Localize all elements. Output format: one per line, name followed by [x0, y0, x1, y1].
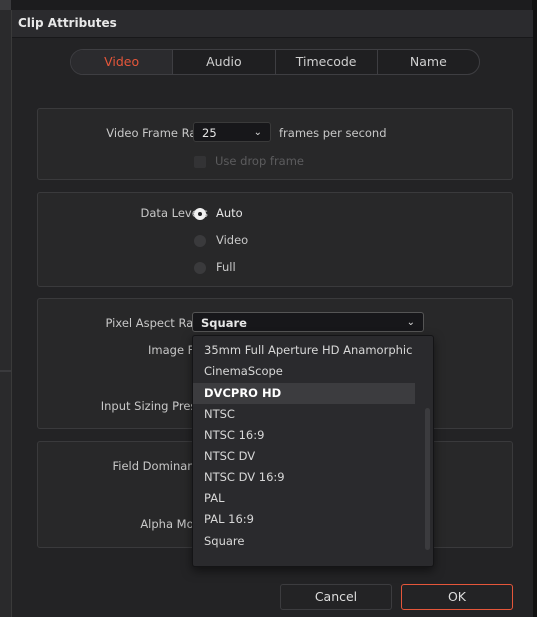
- tab-video[interactable]: Video: [71, 50, 173, 74]
- dropdown-option-selected[interactable]: DVCPRO HD: [193, 383, 415, 404]
- pixel-aspect-ratio-value: Square: [201, 316, 247, 330]
- pixel-aspect-ratio-select[interactable]: Square ⌄: [192, 312, 424, 332]
- dropdown-option[interactable]: NTSC: [193, 404, 415, 425]
- input-sizing-preset-label: Input Sizing Preset: [100, 399, 208, 413]
- data-levels-label: Data Levels: [140, 206, 208, 220]
- dropdown-option[interactable]: NTSC 16:9: [193, 425, 415, 446]
- radio-auto[interactable]: [194, 208, 206, 220]
- dialog-titlebar: Clip Attributes: [12, 10, 533, 38]
- pixel-aspect-ratio-dropdown: 35mm Full Aperture HD Anamorphic CinemaS…: [192, 335, 434, 567]
- pixel-aspect-ratio-label: Pixel Aspect Ratio: [105, 316, 208, 330]
- dropdown-option[interactable]: Square: [193, 531, 415, 552]
- frame-rate-value: 25: [202, 126, 217, 140]
- frame-rate-select[interactable]: 25 ⌄: [193, 122, 271, 142]
- tab-name[interactable]: Name: [376, 50, 479, 74]
- field-dominance-label: Field Dominance: [112, 459, 208, 473]
- dropdown-option[interactable]: PAL: [193, 488, 415, 509]
- frame-rate-panel: Video Frame Rate 25 ⌄ frames per second …: [37, 108, 513, 180]
- chevron-down-icon: ⌄: [406, 317, 415, 328]
- dropdown-scrollbar[interactable]: [425, 408, 430, 550]
- clip-attributes-dialog: Clip Attributes Video Audio Timecode Nam…: [11, 10, 533, 617]
- radio-full[interactable]: [194, 262, 206, 274]
- dropdown-option[interactable]: 35mm Full Aperture HD Anamorphic: [193, 340, 415, 361]
- image-flip-label: Image Flip: [148, 343, 208, 357]
- alpha-mode-label: Alpha Mode: [140, 517, 208, 531]
- ok-button[interactable]: OK: [401, 584, 513, 610]
- dialog-title: Clip Attributes: [18, 16, 117, 30]
- background-window-strip: [0, 0, 11, 617]
- dropdown-option[interactable]: CinemaScope: [193, 361, 415, 382]
- use-drop-frame-label: Use drop frame: [215, 154, 305, 168]
- radio-full-label: Full: [216, 260, 236, 274]
- radio-auto-label: Auto: [216, 206, 243, 220]
- radio-video-label: Video: [216, 233, 249, 247]
- cancel-button[interactable]: Cancel: [280, 584, 392, 610]
- data-levels-panel: Data Levels Auto Video Full: [37, 192, 513, 287]
- dropdown-option[interactable]: NTSC DV 16:9: [193, 467, 415, 488]
- radio-video[interactable]: [194, 235, 206, 247]
- dropdown-option[interactable]: PAL 16:9: [193, 509, 415, 530]
- tab-audio[interactable]: Audio: [172, 50, 274, 74]
- dropdown-option[interactable]: NTSC DV: [193, 446, 415, 467]
- use-drop-frame-checkbox[interactable]: [194, 156, 206, 168]
- video-frame-rate-label: Video Frame Rate: [106, 126, 208, 140]
- frame-rate-unit: frames per second: [279, 126, 387, 140]
- tab-bar: Video Audio Timecode Name: [70, 49, 480, 75]
- tab-timecode[interactable]: Timecode: [274, 50, 377, 74]
- chevron-down-icon: ⌄: [253, 127, 262, 138]
